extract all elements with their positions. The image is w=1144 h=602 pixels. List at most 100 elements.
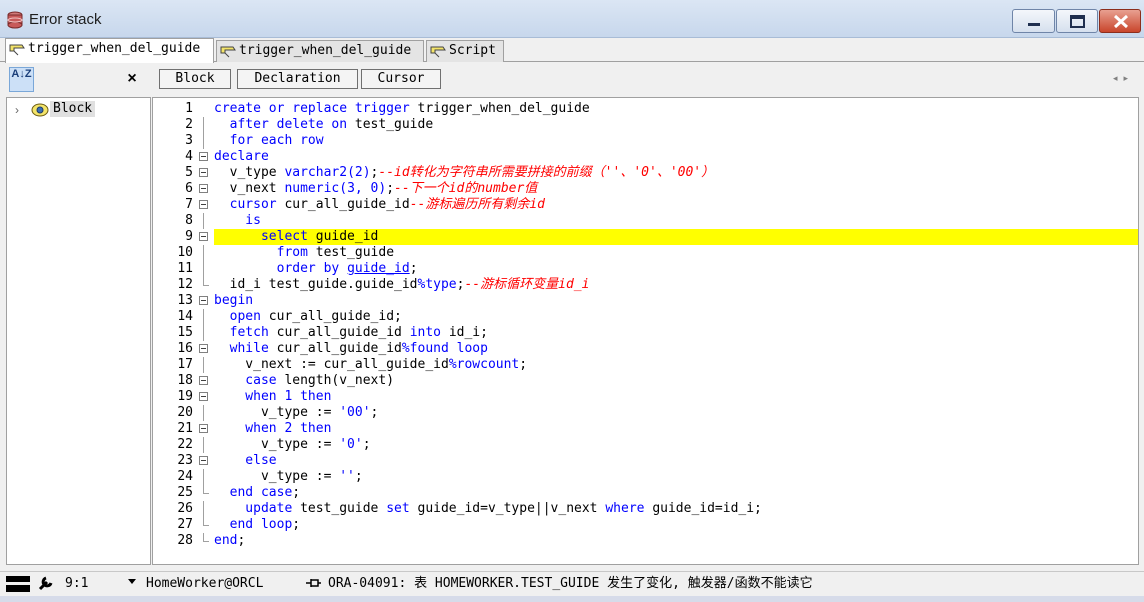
fold-toggle-icon[interactable] (199, 232, 208, 241)
code-line[interactable]: 28 end; (153, 533, 1138, 549)
fold-toggle-icon[interactable] (199, 392, 208, 401)
code-area[interactable]: select guide_id (214, 229, 1138, 245)
connection-label[interactable]: HomeWorker@ORCL (146, 576, 263, 592)
fold-toggle-icon[interactable] (199, 184, 208, 193)
fold-toggle-icon[interactable] (199, 456, 208, 465)
close-button[interactable] (1099, 9, 1141, 33)
code-area[interactable]: order by guide_id; (214, 261, 1138, 277)
code-line[interactable]: 26 update test_guide set guide_id=v_type… (153, 501, 1138, 517)
code-area[interactable]: after delete on test_guide (214, 117, 1138, 133)
code-area[interactable]: when 2 then (214, 421, 1138, 437)
line-number: 24 (177, 469, 193, 484)
code-area[interactable]: case length(v_next) (214, 373, 1138, 389)
code-token: '0' (339, 437, 363, 452)
dropdown-arrow-icon[interactable] (127, 578, 137, 586)
line-number: 4 (185, 149, 193, 164)
code-line[interactable]: 2 after delete on test_guide (153, 117, 1138, 133)
code-line[interactable]: 20 v_type := '00'; (153, 405, 1138, 421)
code-token: then (300, 421, 332, 436)
code-line[interactable]: 4 declare (153, 149, 1138, 165)
tab-script[interactable]: Script (426, 40, 504, 62)
code-area[interactable]: end; (214, 533, 1138, 549)
code-area[interactable]: v_next := cur_all_guide_id%rowcount; (214, 357, 1138, 373)
cursor-position: 9:1 (65, 576, 89, 591)
code-area[interactable]: when 1 then (214, 389, 1138, 405)
code-area[interactable]: from test_guide (214, 245, 1138, 261)
line-number: 2 (185, 117, 193, 132)
code-area[interactable]: cursor cur_all_guide_id--游标遍历所有剩余id (214, 197, 1138, 213)
code-area[interactable]: else (214, 453, 1138, 469)
code-text: is (214, 213, 261, 229)
code-line[interactable]: 1 create or replace trigger trigger_when_… (153, 101, 1138, 117)
code-line[interactable]: 7 cursor cur_all_guide_id--游标遍历所有剩余id (153, 197, 1138, 213)
code-line[interactable]: 12 id_i test_guide.guide_id%type;--游标循环变… (153, 277, 1138, 293)
code-line[interactable]: 8 is (153, 213, 1138, 229)
code-token: test_guide (300, 501, 387, 516)
tab-scroll-arrows[interactable]: ◂▸ (1113, 73, 1134, 84)
sort-button[interactable]: A↓Z (9, 67, 34, 92)
code-line[interactable]: 21 when 2 then (153, 421, 1138, 437)
code-area[interactable]: v_type := ''; (214, 469, 1138, 485)
fold-toggle-icon[interactable] (199, 152, 208, 161)
code-area[interactable]: end loop; (214, 517, 1138, 533)
code-editor[interactable]: 1 create or replace trigger trigger_when_… (152, 97, 1139, 565)
close-panel-button[interactable]: × (124, 70, 140, 88)
code-token: cur_all_guide_id (284, 197, 410, 212)
code-area[interactable]: end case; (214, 485, 1138, 501)
code-line[interactable]: 14 open cur_all_guide_id; (153, 309, 1138, 325)
code-line[interactable]: 24 v_type := ''; (153, 469, 1138, 485)
layout-icon[interactable] (6, 574, 30, 594)
code-line[interactable]: 25 end case; (153, 485, 1138, 501)
code-area[interactable]: v_type varchar2(2);--id转化为字符串所需要拼接的前缀（''… (214, 165, 1138, 181)
code-area[interactable]: id_i test_guide.guide_id%type;--游标循环变量id… (214, 277, 1138, 293)
code-line[interactable]: 11 order by guide_id; (153, 261, 1138, 277)
code-area[interactable]: while cur_all_guide_id%found loop (214, 341, 1138, 357)
code-line[interactable]: 6 v_next numeric(3, 0);--下一个id的number值 (153, 181, 1138, 197)
cursor-button[interactable]: Cursor (361, 69, 441, 89)
code-line[interactable]: 3 for each row (153, 133, 1138, 149)
code-token: create or replace trigger (214, 101, 418, 116)
code-line[interactable]: 19 when 1 then (153, 389, 1138, 405)
code-line[interactable]: 13 begin (153, 293, 1138, 309)
code-token: test_guide (354, 117, 434, 132)
code-line[interactable]: 17 v_next := cur_all_guide_id%rowcount; (153, 357, 1138, 373)
code-area[interactable]: is (214, 213, 1138, 229)
fold-toggle-icon[interactable] (199, 168, 208, 177)
tab-trigger-1[interactable]: trigger_when_del_guide (5, 38, 214, 63)
declaration-button[interactable]: Declaration (237, 69, 358, 89)
code-line[interactable]: 15 fetch cur_all_guide_id into id_i; (153, 325, 1138, 341)
code-line[interactable]: 5 v_type varchar2(2);--id转化为字符串所需要拼接的前缀（… (153, 165, 1138, 181)
fold-toggle-icon[interactable] (199, 344, 208, 353)
fold-end-guide (203, 517, 209, 526)
fold-toggle-icon[interactable] (199, 424, 208, 433)
code-area[interactable]: declare (214, 149, 1138, 165)
maximize-button[interactable] (1056, 9, 1098, 33)
chevron-right-icon[interactable]: › (15, 103, 19, 117)
fold-toggle-icon[interactable] (199, 200, 208, 209)
code-area[interactable]: for each row (214, 133, 1138, 149)
fold-end-guide (203, 277, 209, 286)
code-line[interactable]: 9 select guide_id (153, 229, 1138, 245)
tab-trigger-2[interactable]: trigger_when_del_guide (216, 40, 424, 62)
minimize-button[interactable] (1012, 9, 1055, 33)
fold-toggle-icon[interactable] (199, 376, 208, 385)
code-line[interactable]: 18 case length(v_next) (153, 373, 1138, 389)
code-line[interactable]: 27 end loop; (153, 517, 1138, 533)
code-area[interactable]: begin (214, 293, 1138, 309)
code-line[interactable]: 22 v_type := '0'; (153, 437, 1138, 453)
code-area[interactable]: v_next numeric(3, 0);--下一个id的number值 (214, 181, 1138, 197)
wrench-icon[interactable] (38, 575, 54, 591)
code-line[interactable]: 10 from test_guide (153, 245, 1138, 261)
line-number: 27 (177, 517, 193, 532)
code-area[interactable]: update test_guide set guide_id=v_type||v… (214, 501, 1138, 517)
block-button[interactable]: Block (159, 69, 231, 89)
code-area[interactable]: open cur_all_guide_id; (214, 309, 1138, 325)
code-area[interactable]: fetch cur_all_guide_id into id_i; (214, 325, 1138, 341)
code-area[interactable]: create or replace trigger trigger_when_d… (214, 101, 1138, 117)
code-area[interactable]: v_type := '00'; (214, 405, 1138, 421)
code-area[interactable]: v_type := '0'; (214, 437, 1138, 453)
code-line[interactable]: 23 else (153, 453, 1138, 469)
code-line[interactable]: 16 while cur_all_guide_id%found loop (153, 341, 1138, 357)
fold-toggle-icon[interactable] (199, 296, 208, 305)
tree-item-block[interactable]: Block (50, 101, 96, 117)
